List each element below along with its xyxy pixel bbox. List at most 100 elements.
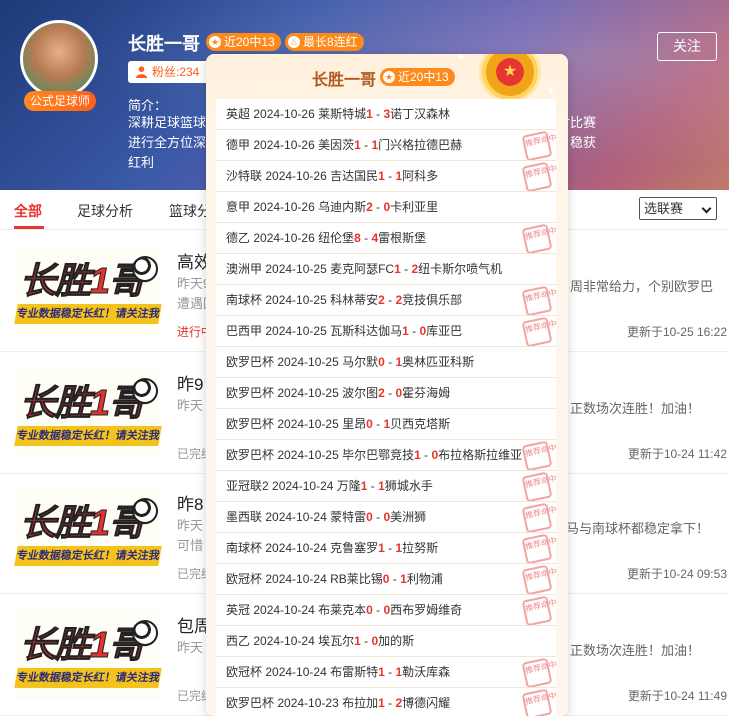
football-icon [132,256,158,282]
tab-all[interactable]: 全部 [14,201,42,221]
match-home: 美因茨 [318,138,355,152]
match-row: 巴西甲 2024-10-25 瓦斯科达伽马1 - 0库亚巴 推荐命中 [216,316,556,347]
match-home: 马尔默 [342,355,379,369]
sparkle-icon: ✦ [456,54,467,64]
hit-stamp: 推荐命中 [521,471,556,501]
follow-button[interactable]: 关注 [657,32,717,61]
thumbnail-title: 长胜1哥 [19,502,145,544]
match-league: 德乙 [226,231,251,245]
medal-icon: ★ [482,54,538,100]
match-away: 加的斯 [378,634,415,648]
football-icon [132,378,158,404]
home-score: 1 [378,696,385,710]
match-home: 毕尔巴鄂竞技 [342,448,415,462]
match-league: 西乙 [226,634,251,648]
hit-stamp: 推荐命中 [521,285,556,315]
match-home: 里昂 [342,417,367,431]
fans-count: 粉丝:234 [128,61,210,83]
match-away: 勒沃库森 [402,665,451,679]
hit-stamp: 推荐命中 [521,657,556,687]
avatar[interactable] [20,20,98,98]
match-away: 雷根斯堡 [378,231,427,245]
home-score: 2 [378,293,385,307]
article-desc-tail: 马与南球杯都稳定拿下！ [566,521,710,536]
match-away: 霍芬海姆 [402,386,451,400]
match-date: 2024-10-26 [253,200,315,214]
thumbnail-subtitle: 专业数据稳定长红！请关注我 [14,546,162,566]
away-score: 1 [378,479,385,493]
article-update-time: 更新于10-24 11:49 [627,689,727,703]
match-away: 奥林匹亚科斯 [402,355,475,369]
match-away: 卡利亚里 [390,200,439,214]
match-home: 布雷斯特 [330,665,379,679]
home-score: 1 [354,634,361,648]
home-score: 2 [378,386,385,400]
article-title[interactable]: 昨9 [177,370,203,395]
article-desc-tail: 正数场次连胜！加油！ [570,401,701,416]
match-league: 欧冠杯 [226,665,263,679]
intro-label: 简介： [128,98,168,113]
match-date: 2024-10-25 [277,386,339,400]
match-date: 2024-10-24 [272,479,334,493]
match-date: 2024-10-25 [265,324,327,338]
match-home: 瓦斯科达伽马 [330,324,403,338]
match-home: 波尔图 [342,386,379,400]
match-row: 德甲 2024-10-26 美因茨1 - 1门兴格拉德巴赫 推荐命中 [216,130,556,161]
match-date: 2024-10-26 [253,231,315,245]
hit-stamp: 推荐命中 [521,130,556,160]
match-row: 欧冠杯 2024-10-24 布雷斯特1 - 1勒沃库森 推荐命中 [216,657,556,688]
match-home: 布莱克本 [318,603,367,617]
match-away: 门兴格拉德巴赫 [378,138,463,152]
sparkle-icon: ✦ [546,84,557,98]
hit-stamp: 推荐命中 [521,502,556,532]
match-date: 2024-10-25 [265,293,327,307]
star-icon: ★ [383,71,395,83]
match-date: 2024-10-24 [265,665,327,679]
match-date: 2024-10-26 [253,138,315,152]
match-league: 亚冠联2 [226,479,269,493]
article-desc-tail: 周非常给力，个别欧罗巴 [570,279,714,294]
home-score: 1 [414,448,421,462]
article-title[interactable]: 昨8 [177,490,203,515]
hit-stamp: 推荐命中 [521,440,556,470]
hit-stamp: 推荐命中 [521,223,556,253]
match-league: 意甲 [226,200,251,214]
match-date: 2024-10-25 [277,417,339,431]
match-date: 2024-10-26 [265,169,327,183]
record-popup: 长胜一哥 ★ 近20中13 ✦ ✦ ★ 英超 2024-10-26 莱斯特城1 -… [206,54,568,716]
match-league: 英超 [226,107,251,121]
match-home: 科林蒂安 [330,293,379,307]
match-date: 2024-10-24 [265,572,327,586]
match-date: 2024-10-25 [265,262,327,276]
hit-stamp: 推荐命中 [521,564,556,594]
popup-record-badge: ★ 近20中13 [380,68,455,86]
home-score: 1 [394,262,401,276]
match-home: 吉达国民 [330,169,379,183]
match-row: 澳洲甲 2024-10-25 麦克阿瑟FC1 - 2纽卡斯尔喷气机 [216,254,556,285]
hit-stamp: 推荐命中 [521,161,556,191]
match-league: 沙特联 [226,169,263,183]
match-league: 南球杯 [226,541,263,555]
flame-icon: ♨ [288,36,300,48]
tab-football[interactable]: 足球分析 [77,201,133,221]
active-tab-indicator [14,226,44,229]
thumbnail-title: 长胜1哥 [19,260,145,302]
article-update-time: 更新于10-24 11:42 [627,447,727,461]
match-row: 英冠 2024-10-24 布莱克本0 - 0西布罗姆维奇 推荐命中 [216,595,556,626]
user-icon [136,66,147,78]
match-row: 欧罗巴杯 2024-10-25 里昂0 - 1贝西克塔斯 [216,409,556,440]
match-row: 南球杯 2024-10-25 科林蒂安2 - 2竞技俱乐部 推荐命中 [216,285,556,316]
match-league: 欧冠杯 [226,572,263,586]
article-desc-tail: 正数场次连胜！加油！ [570,643,701,658]
match-row: 墨西联 2024-10-24 蒙特雷0 - 0美洲狮 推荐命中 [216,502,556,533]
match-away: 贝西克塔斯 [390,417,451,431]
match-row: 德乙 2024-10-26 纽伦堡8 - 4雷根斯堡 推荐命中 [216,223,556,254]
match-away: 竞技俱乐部 [402,293,463,307]
match-league: 澳洲甲 [226,262,263,276]
match-league: 南球杯 [226,293,263,307]
match-date: 2024-10-24 [265,541,327,555]
match-date: 2024-10-24 [253,634,315,648]
match-date: 2024-10-23 [277,696,339,710]
match-away: 狮城水手 [384,479,433,493]
league-select[interactable]: 选联赛 [639,197,717,220]
